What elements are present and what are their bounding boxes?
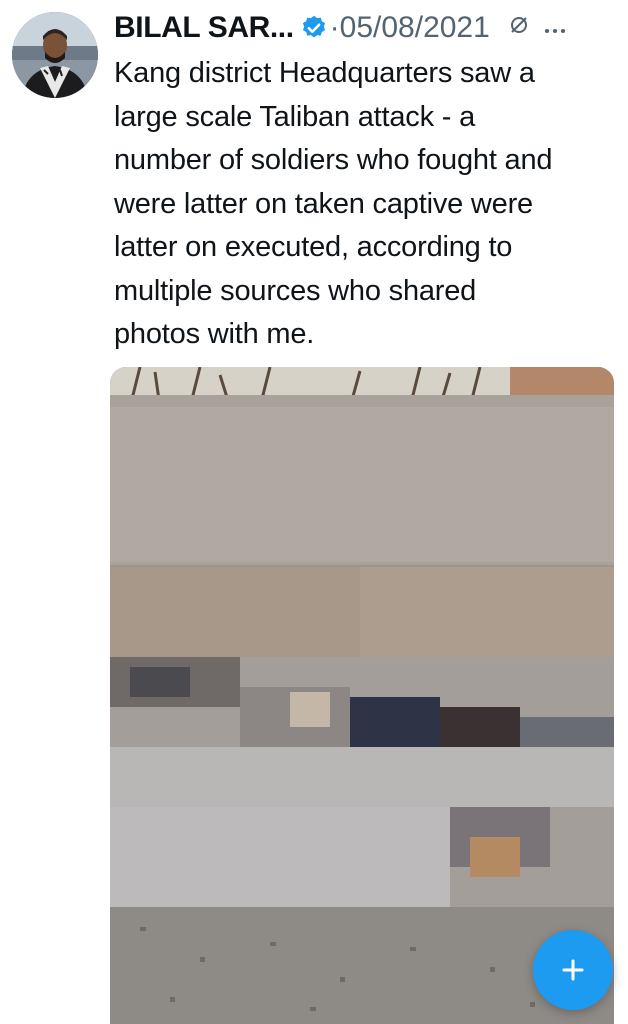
tweet-date[interactable]: 05/08/2021 (340, 11, 490, 45)
blurred-photo-image (110, 367, 614, 1024)
separator-dot: · (329, 11, 340, 44)
compose-button[interactable] (533, 930, 613, 1010)
avatar-image (12, 12, 98, 98)
more-options-icon[interactable] (544, 15, 566, 41)
mute-icon[interactable] (508, 14, 530, 43)
author-avatar[interactable] (12, 12, 98, 98)
verified-badge-icon (300, 14, 328, 42)
tweet-media-photo[interactable] (110, 367, 614, 1024)
author-name[interactable]: BILAL SAR... (114, 11, 294, 45)
tweet-text: Kang district Headquarters saw a large s… (114, 57, 553, 350)
tweet-header: BILAL SAR... · 05/08/2021 (114, 6, 624, 50)
plus-icon (562, 959, 584, 981)
